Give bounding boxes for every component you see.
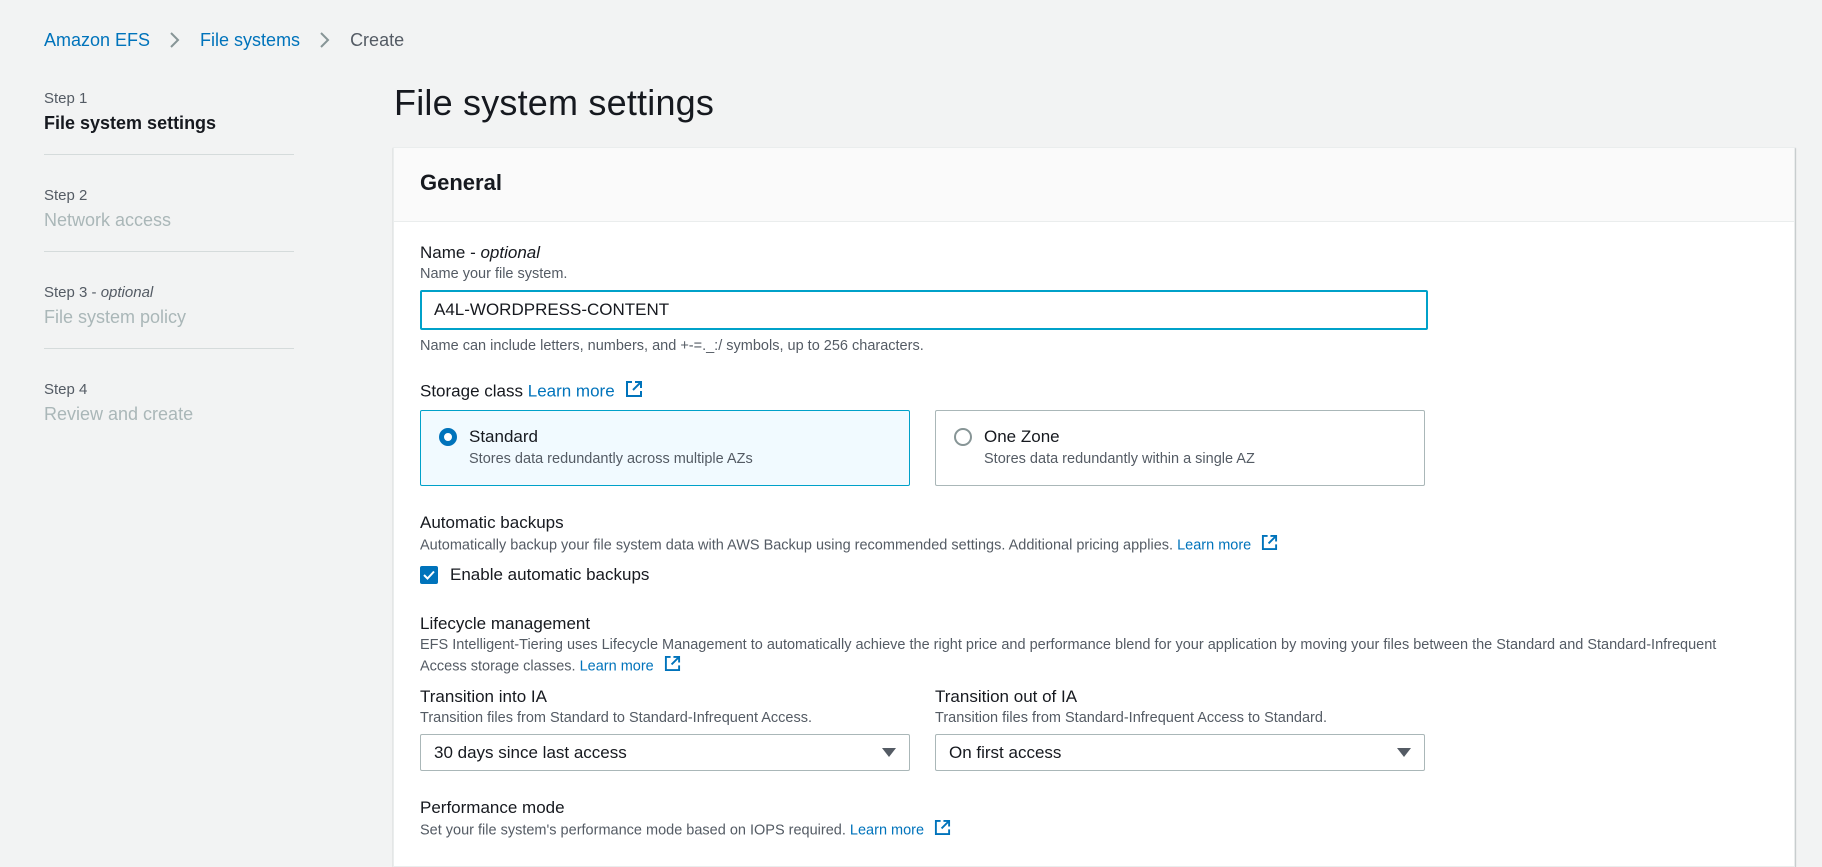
name-description: Name your file system. — [420, 266, 568, 282]
name-input[interactable] — [420, 290, 1428, 330]
backups-description: Automatically backup your file system da… — [420, 534, 1768, 557]
step-title: File system settings — [44, 113, 217, 133]
step-title: File system policy — [44, 307, 187, 327]
step-2: Step 2 Network access — [44, 183, 294, 252]
select-value: 30 days since last access — [434, 742, 627, 762]
transition-out-of-ia-label: Transition out of IA — [935, 687, 1078, 706]
tile-description: Stores data redundantly within a single … — [984, 451, 1255, 467]
storage-class-learn-more-link[interactable]: Learn more — [528, 381, 615, 400]
lifecycle-learn-more-link[interactable]: Learn more — [580, 658, 654, 674]
page-title: File system settings — [394, 82, 715, 123]
step-number: Step 4 — [44, 381, 88, 398]
performance-mode-field: Performance mode Set your file system's … — [420, 797, 1768, 842]
breadcrumb: Amazon EFS File systems Create — [44, 28, 404, 52]
transition-into-ia-select[interactable]: 30 days since last access — [420, 734, 910, 771]
radio-button-checked[interactable] — [439, 428, 457, 446]
external-link-icon[interactable] — [664, 655, 681, 678]
step-number: Step 1 — [44, 90, 88, 107]
step-title: Network access — [44, 210, 172, 230]
tile-title: One Zone — [984, 427, 1060, 446]
name-label-text: Name - — [420, 243, 481, 262]
storage-class-one-zone-tile[interactable]: One Zone Stores data redundantly within … — [935, 410, 1425, 486]
transition-out-of-ia-field: Transition out of IA Transition files fr… — [935, 686, 1425, 771]
tile-content: One Zone Stores data redundantly within … — [984, 425, 1255, 485]
transition-into-ia-field: Transition into IA Transition files from… — [420, 686, 910, 771]
external-link-icon[interactable] — [625, 380, 643, 404]
performance-mode-description: Set your file system's performance mode … — [420, 819, 1768, 842]
step-number: Step 2 — [44, 187, 88, 204]
step-optional-tag: optional — [100, 284, 154, 301]
storage-class-label: Storage class Learn more — [420, 380, 1768, 404]
tile-description: Stores data redundantly across multiple … — [469, 451, 753, 467]
transition-selects: Transition into IA Transition files from… — [420, 686, 1768, 771]
backups-description-text: Automatically backup your file system da… — [420, 537, 1174, 554]
step-number: Step 3 - optional — [44, 282, 294, 304]
name-field: Name - optional Name your file system. N… — [420, 242, 1768, 356]
tile-content: Standard Stores data redundantly across … — [469, 425, 753, 485]
lifecycle-label: Lifecycle management — [420, 614, 591, 633]
external-link-icon[interactable] — [1261, 534, 1278, 557]
storage-class-standard-tile[interactable]: Standard Stores data redundantly across … — [420, 410, 910, 486]
chevron-right-icon — [310, 28, 340, 52]
backups-label: Automatic backups — [420, 513, 564, 532]
performance-learn-more-link[interactable]: Learn more — [850, 822, 924, 838]
chevron-right-icon — [160, 28, 190, 52]
panel-header: General — [394, 148, 1794, 222]
step-title: Review and create — [44, 404, 194, 424]
enable-backups-label[interactable]: Enable automatic backups — [450, 565, 649, 585]
caret-down-icon — [1397, 748, 1411, 757]
transition-out-of-ia-description: Transition files from Standard-Infrequen… — [935, 710, 1327, 726]
performance-mode-label: Performance mode — [420, 798, 565, 817]
select-value: On first access — [949, 742, 1062, 762]
transition-into-ia-label: Transition into IA — [420, 687, 547, 706]
radio-button[interactable] — [954, 428, 972, 446]
step-4: Step 4 Review and create — [44, 377, 294, 445]
storage-class-tiles: Standard Stores data redundantly across … — [420, 410, 1768, 486]
breadcrumb-file-systems[interactable]: File systems — [200, 30, 300, 51]
performance-description-text: Set your file system's performance mode … — [420, 822, 846, 839]
transition-out-of-ia-select[interactable]: On first access — [935, 734, 1425, 771]
enable-backups-row[interactable]: Enable automatic backups — [420, 565, 1768, 585]
caret-down-icon — [882, 748, 896, 757]
step-number-text: Step 3 - — [44, 284, 101, 301]
tile-title: Standard — [469, 427, 538, 446]
step-3: Step 3 - optional File system policy — [44, 280, 294, 349]
name-label: Name - optional — [420, 242, 1768, 264]
wizard-steps: Step 1 File system settings Step 2 Netwo… — [44, 86, 294, 473]
storage-class-field: Storage class Learn more Standard Stores… — [420, 380, 1768, 486]
breadcrumb-current: Create — [350, 29, 405, 50]
lifecycle-field: Lifecycle management EFS Intelligent-Tie… — [420, 613, 1768, 771]
checkbox-checked-icon[interactable] — [420, 566, 438, 584]
backups-field: Automatic backups Automatically backup y… — [420, 512, 1768, 585]
backups-learn-more-link[interactable]: Learn more — [1177, 537, 1251, 553]
breadcrumb-amazon-efs[interactable]: Amazon EFS — [44, 30, 150, 51]
step-1: Step 1 File system settings — [44, 86, 294, 155]
name-constraint-hint: Name can include letters, numbers, and +… — [420, 338, 924, 354]
transition-into-ia-description: Transition files from Standard to Standa… — [420, 710, 812, 726]
panel-body: Name - optional Name your file system. N… — [394, 242, 1794, 842]
external-link-icon[interactable] — [934, 819, 951, 842]
storage-class-label-text: Storage class — [420, 381, 523, 401]
optional-tag: optional — [480, 243, 541, 262]
general-panel: General Name - optional Name your file s… — [393, 147, 1795, 867]
lifecycle-description: EFS Intelligent-Tiering uses Lifecycle M… — [420, 635, 1750, 678]
